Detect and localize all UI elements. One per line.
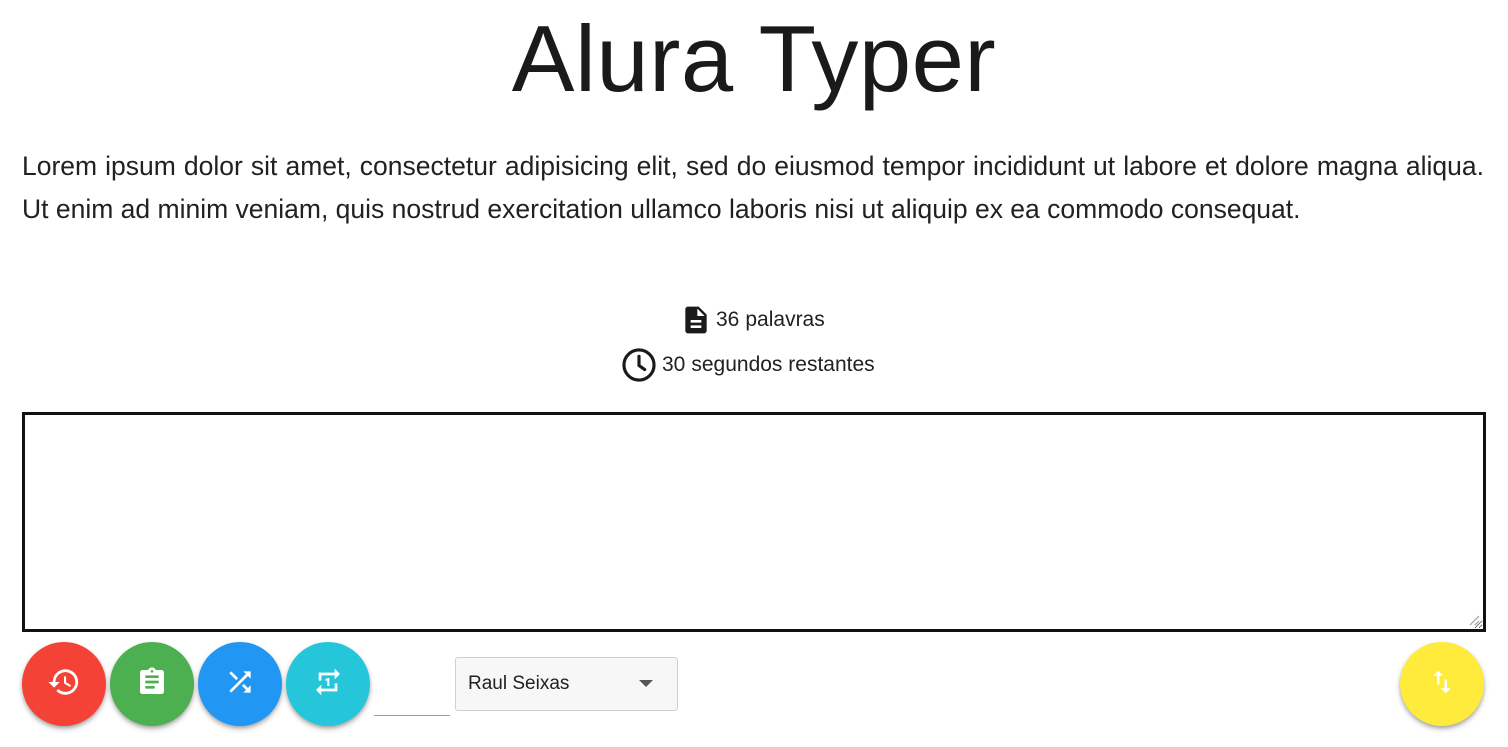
phrase-id-input[interactable] (374, 660, 450, 716)
author-select[interactable]: Raul Seixas (455, 657, 678, 711)
dropdown-arrow-icon (639, 680, 653, 687)
page: Alura Typer Lorem ipsum dolor sit amet, … (0, 0, 1508, 747)
scores-button[interactable] (110, 642, 194, 726)
word-count-label: palavras (745, 308, 825, 331)
time-remaining-info: 30 segundos restantes (620, 346, 875, 384)
time-remaining-label: segundos restantes (691, 353, 875, 376)
typing-phrase: Lorem ipsum dolor sit amet, consectetur … (22, 151, 1484, 224)
restore-icon (47, 665, 81, 704)
shuffle-button[interactable] (198, 642, 282, 726)
shuffle-icon (224, 666, 256, 703)
time-remaining: 30 (662, 353, 686, 376)
clock-icon (620, 346, 658, 384)
restart-button[interactable] (22, 642, 106, 726)
swap-vert-icon (1427, 667, 1457, 702)
word-count-info: 36 palavras (680, 302, 825, 338)
description-icon (680, 302, 712, 338)
assignment-icon (136, 666, 168, 703)
typing-field[interactable] (22, 412, 1486, 632)
resize-handle-icon[interactable] (1466, 612, 1480, 626)
sync-button[interactable] (286, 642, 370, 726)
toggle-order-button[interactable] (1400, 642, 1484, 726)
author-select-value: Raul Seixas (468, 673, 570, 694)
page-title: Alura Typer (511, 6, 997, 111)
word-count: 36 (716, 308, 740, 331)
repeat-one-icon (312, 666, 344, 703)
